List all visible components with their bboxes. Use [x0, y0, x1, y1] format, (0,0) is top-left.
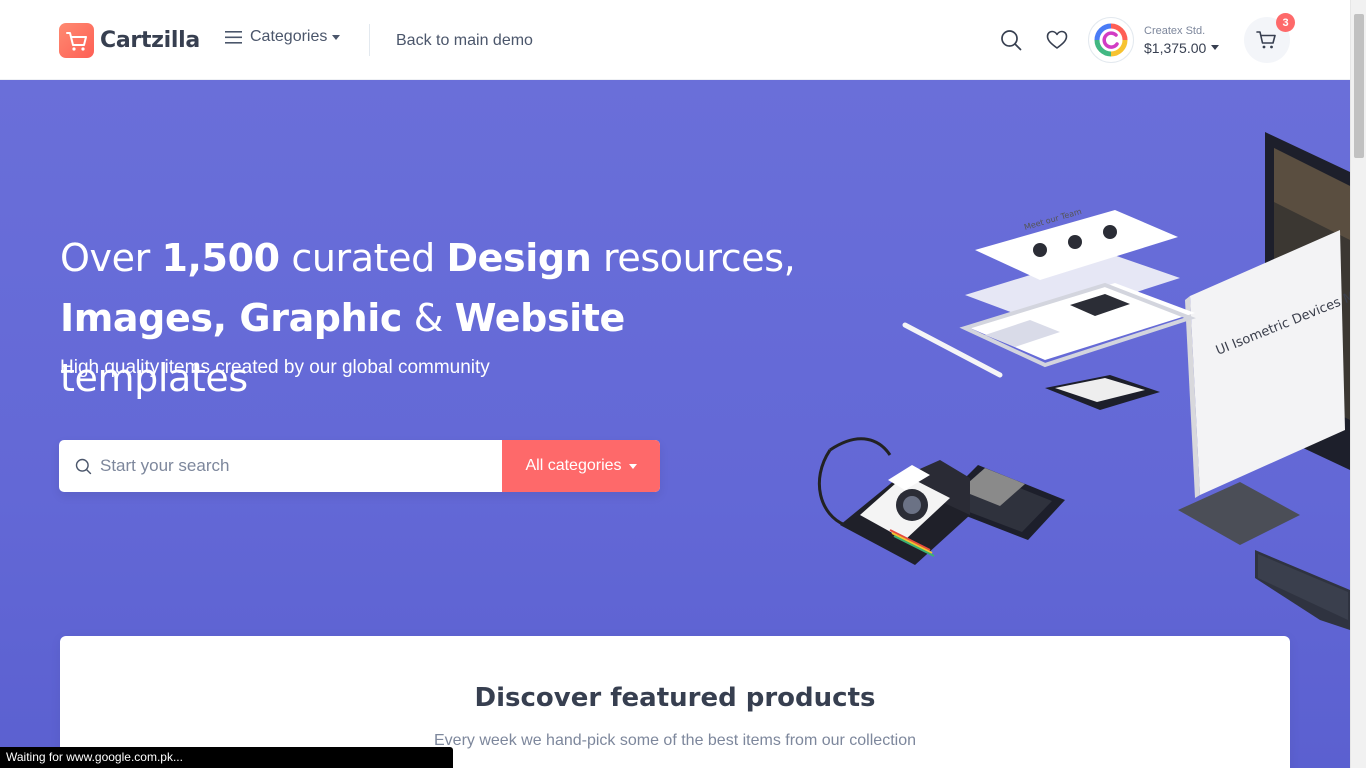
chevron-down-icon [332, 34, 341, 40]
menu-icon [225, 30, 242, 44]
instant-camera-image [817, 437, 970, 565]
phone-image [1045, 375, 1160, 410]
featured-title: Discover featured products [474, 683, 876, 713]
keyboard-image [1255, 550, 1350, 630]
hero-subtitle: High quality items created by our global… [60, 357, 490, 378]
heart-icon[interactable] [1044, 27, 1070, 53]
cart-count-badge: 3 [1276, 13, 1295, 32]
scrollbar-thumb[interactable] [1354, 14, 1364, 158]
website-pages-image: Meet our Team [965, 207, 1195, 360]
search-icon[interactable] [998, 27, 1024, 53]
categories-label: Categories [250, 28, 328, 45]
hero-search: All categories [59, 440, 660, 492]
site-header: Cartzilla Categories Back to main demo C… [0, 0, 1350, 80]
search-input[interactable] [100, 456, 480, 476]
account-balance: $1,375.00 [1144, 39, 1207, 56]
chevron-down-icon [1211, 45, 1220, 50]
account-name: Createx Std. [1144, 24, 1206, 37]
search-icon [75, 458, 92, 474]
categories-menu[interactable]: Categories [225, 28, 341, 46]
logo-text: Cartzilla [100, 28, 200, 53]
avatar [1088, 17, 1134, 63]
cart-button[interactable]: 3 [1244, 13, 1295, 63]
all-categories-button[interactable]: All categories [502, 440, 660, 492]
back-to-main-demo-link[interactable]: Back to main demo [396, 32, 533, 50]
chevron-down-icon [628, 463, 637, 469]
cart-logo-icon [59, 23, 94, 58]
cart-icon [1256, 31, 1276, 49]
all-categories-label: All categories [525, 457, 622, 474]
nav-divider [369, 24, 370, 56]
browser-status-bar: Waiting for www.google.com.pk... [0, 747, 453, 768]
logo[interactable]: Cartzilla [59, 23, 200, 58]
hero-title: Over 1,500 curated Design resources, Ima… [60, 236, 796, 400]
page-scrollbar[interactable] [1350, 0, 1366, 768]
account-dropdown[interactable]: Createx Std. $1,375.00 [1088, 17, 1220, 63]
devices-mockup-illustration: UI Isometric Devices Mockup Pack Meet ou… [817, 132, 1350, 630]
